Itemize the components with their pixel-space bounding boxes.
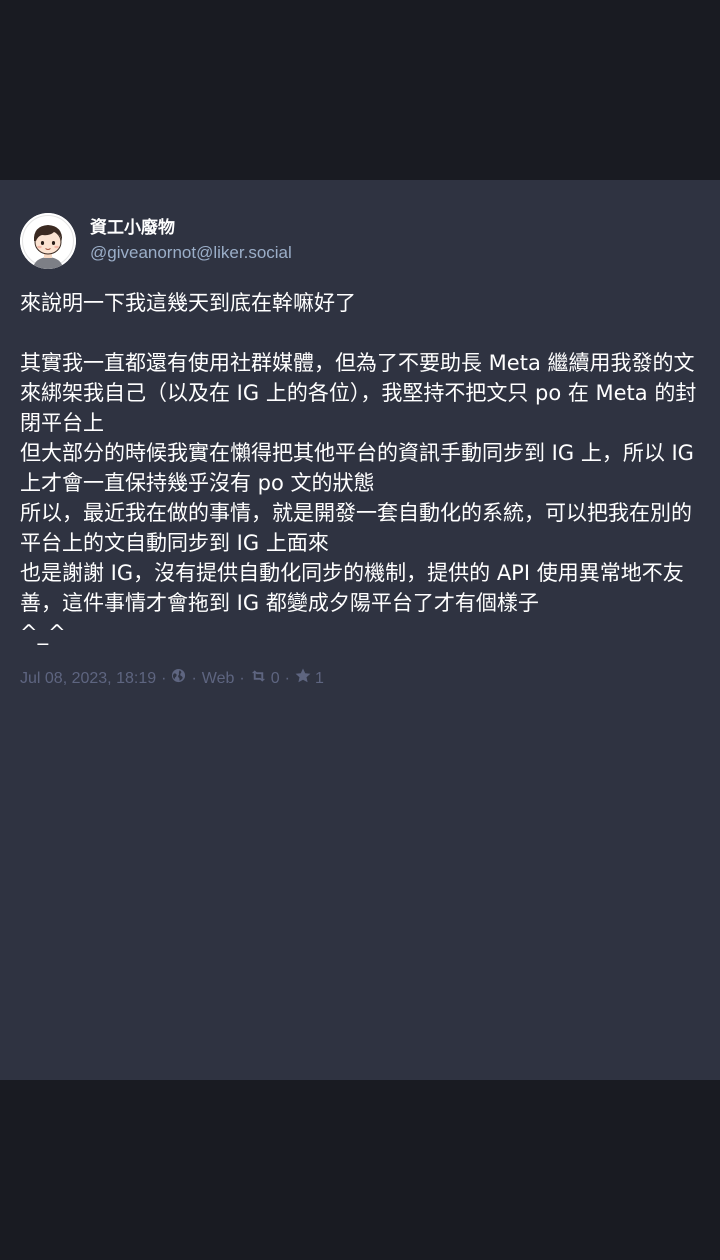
globe-icon [171, 668, 186, 689]
meta-separator: · [239, 669, 245, 687]
author-names: 資工小廢物 @giveanornot@liker.social [90, 217, 292, 265]
meta-separator: · [284, 669, 290, 687]
cartoon-avatar-icon [20, 213, 76, 269]
status-paragraph: 其實我一直都還有使用社群媒體，但為了不要助長 Meta 繼續用我發的文來綁架我自… [20, 351, 697, 645]
status-meta: Jul 08, 2023, 18:19 · · Web · 0 · 1 [20, 668, 702, 689]
boost-count: 0 [270, 669, 280, 687]
meta-separator: · [161, 669, 167, 687]
status-paragraph: 來說明一下我這幾天到底在幹嘛好了 [20, 291, 356, 315]
meta-separator: · [191, 669, 197, 687]
favourite-count: 1 [314, 669, 324, 687]
star-icon[interactable] [295, 668, 311, 689]
page: 資工小廢物 @giveanornot@liker.social 來說明一下我這幾… [0, 0, 720, 1260]
status-content: 來說明一下我這幾天到底在幹嘛好了 其實我一直都還有使用社群媒體，但為了不要助長 … [20, 288, 702, 648]
status-timestamp[interactable]: Jul 08, 2023, 18:19 [20, 669, 156, 689]
status-header[interactable]: 資工小廢物 @giveanornot@liker.social [20, 212, 702, 270]
status-application[interactable]: Web [202, 669, 235, 689]
author-handle[interactable]: @giveanornot@liker.social [90, 241, 292, 265]
author-display-name[interactable]: 資工小廢物 [90, 217, 292, 239]
status: 資工小廢物 @giveanornot@liker.social 來說明一下我這幾… [20, 212, 702, 689]
retweet-icon[interactable] [250, 669, 267, 689]
top-letterbox [0, 0, 720, 180]
avatar[interactable] [20, 213, 76, 269]
bottom-letterbox [0, 1080, 720, 1260]
